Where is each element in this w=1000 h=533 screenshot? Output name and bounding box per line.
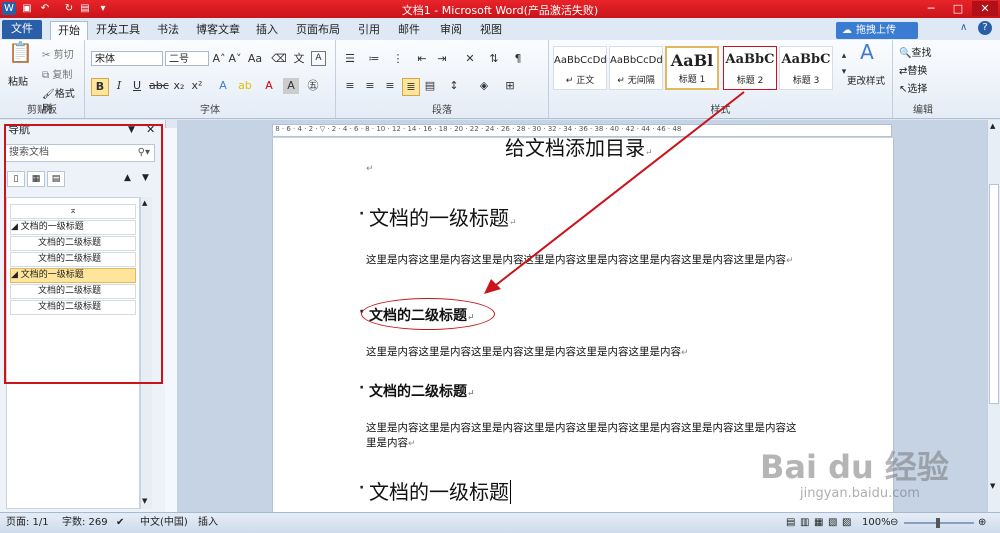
view-outline-icon[interactable]: ▧: [828, 513, 837, 533]
zoom-slider-thumb[interactable]: [936, 518, 940, 528]
proofing-icon[interactable]: ✔: [116, 513, 124, 533]
arrow-head: [484, 279, 501, 294]
word-count[interactable]: 字数: 269: [62, 513, 108, 533]
document-scrollbar[interactable]: ▲ ▼: [987, 120, 1000, 512]
status-bar: 页面: 1/1 字数: 269 ✔ 中文(中国) 插入 ▤ ▥ ▦ ▧ ▨ 10…: [0, 512, 1000, 533]
scroll-thumb[interactable]: [989, 184, 999, 404]
view-web-icon[interactable]: ▦: [814, 513, 823, 533]
insert-mode-indicator[interactable]: 插入: [198, 513, 218, 533]
page-count[interactable]: 页面: 1/1: [6, 513, 49, 533]
scroll-down-icon[interactable]: ▼: [990, 482, 995, 490]
zoom-level[interactable]: 100%: [862, 513, 891, 533]
scroll-up-icon[interactable]: ▲: [990, 122, 995, 130]
view-reading-icon[interactable]: ▥: [800, 513, 809, 533]
view-draft-icon[interactable]: ▨: [842, 513, 851, 533]
language-indicator[interactable]: 中文(中国): [140, 513, 188, 533]
zoom-in-icon[interactable]: ⊕: [978, 513, 986, 533]
arrow-line: [495, 91, 745, 286]
zoom-out-icon[interactable]: ⊖: [890, 513, 898, 533]
view-print-layout-icon[interactable]: ▤: [786, 513, 795, 533]
baidu-watermark: Bai du 经验: [760, 448, 949, 486]
baidu-watermark-url: jingyan.baidu.com: [800, 486, 920, 501]
